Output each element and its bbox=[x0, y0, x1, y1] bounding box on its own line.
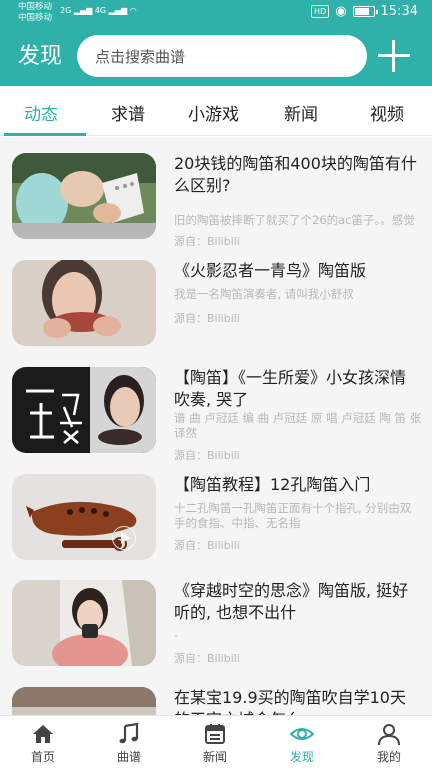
signal-label-1: 2G bbox=[60, 6, 72, 15]
battery-icon bbox=[352, 6, 378, 17]
item-description: 旧的陶笛被摔断了就买了个26的ac笛子。。感觉上当了 bbox=[174, 213, 415, 227]
video-thumbnail[interactable] bbox=[12, 367, 156, 453]
list-item[interactable]: 【陶笛教程】12孔陶笛入门 十二孔陶笛一孔陶笛正面有十个指孔, 分别由双手的食指… bbox=[0, 474, 432, 574]
item-source: 源自：Bilibili bbox=[174, 652, 240, 665]
nav-scores-label: 曲谱 bbox=[116, 750, 141, 764]
nav-news[interactable]: 新闻 bbox=[172, 716, 258, 768]
nav-home-label: 首页 bbox=[30, 750, 55, 764]
item-title[interactable]: 在某宝19.9买的陶笛吹自学10天的天空之城会怎么 bbox=[174, 687, 420, 715]
item-title[interactable]: 《穿越时空的思念》陶笛版, 挺好听的, 也想不出什 bbox=[174, 580, 420, 624]
person-icon bbox=[378, 724, 400, 746]
category-tabs: 动态 求谱 小游戏 新闻 视频 bbox=[0, 86, 432, 136]
clock: 15:34 bbox=[380, 4, 418, 19]
app-header: 发现 点击搜索曲谱 bbox=[0, 28, 432, 86]
play-icon bbox=[112, 526, 136, 550]
signal-bars-icon-2: ▂▄▆ bbox=[106, 6, 130, 15]
nav-scores[interactable]: 曲谱 bbox=[86, 716, 172, 768]
thumbnail-image bbox=[12, 687, 156, 715]
thumbnail-image bbox=[12, 474, 156, 560]
nav-discover-label: 发现 bbox=[289, 750, 314, 764]
tab-mini-games[interactable]: 小游戏 bbox=[188, 100, 239, 125]
thumbnail-image bbox=[12, 260, 156, 346]
item-title[interactable]: 《火影忍者一青鸟》陶笛版 bbox=[174, 260, 420, 282]
active-tab-indicator bbox=[4, 133, 86, 136]
carrier-info: 中国移动 中国移动 bbox=[18, 2, 52, 24]
list-item[interactable]: 20块钱的陶笛和400块的陶笛有什么区别? 旧的陶笛被摔断了就买了个26的ac笛… bbox=[0, 153, 432, 253]
nav-profile-label: 我的 bbox=[376, 750, 401, 764]
status-bar: 中国移动 中国移动 2G ▂▄▆ 4G ▂▄▆ ◠ HD ◉ 15:34 bbox=[0, 0, 432, 28]
bottom-navigation: 首页 曲谱 新闻 发现 我的 bbox=[0, 715, 432, 768]
eye-icon bbox=[290, 728, 314, 740]
video-thumbnail[interactable] bbox=[12, 580, 156, 666]
item-description: 谱 曲 卢冠廷 编 曲 卢冠廷 原 唱 卢冠廷 陶 笛 张译然 bbox=[174, 411, 422, 440]
video-thumbnail[interactable] bbox=[12, 260, 156, 346]
music-note-icon bbox=[119, 722, 139, 744]
item-title[interactable]: 【陶笛教程】12孔陶笛入门 bbox=[174, 474, 420, 496]
signal-indicators: 2G ▂▄▆ 4G ▂▄▆ ◠ bbox=[60, 6, 137, 16]
video-thumbnail[interactable] bbox=[12, 474, 156, 560]
video-thumbnail[interactable] bbox=[12, 153, 156, 239]
item-title[interactable]: 20块钱的陶笛和400块的陶笛有什么区别? bbox=[174, 153, 420, 197]
tab-request-score[interactable]: 求谱 bbox=[111, 100, 145, 125]
wifi-icon: ◠ bbox=[129, 6, 137, 15]
item-title[interactable]: 【陶笛】《一生所爱》小女孩深情吹奏, 哭了 bbox=[174, 367, 420, 411]
thumbnail-image bbox=[12, 153, 156, 239]
item-source: 源自：Bilibili bbox=[174, 235, 240, 248]
tab-dynamic[interactable]: 动态 bbox=[24, 100, 58, 125]
video-thumbnail[interactable] bbox=[12, 687, 156, 715]
carrier-name-2: 中国移动 bbox=[18, 13, 53, 23]
item-description: 我是一名陶笛演奏者, 请叫我小舒叔 bbox=[174, 287, 354, 301]
tab-news[interactable]: 新闻 bbox=[284, 100, 318, 125]
thumbnail-image bbox=[12, 580, 156, 666]
home-icon bbox=[33, 725, 53, 743]
nav-home[interactable]: 首页 bbox=[0, 716, 86, 768]
battery-fill bbox=[354, 8, 369, 15]
calendar-icon bbox=[205, 724, 225, 744]
status-right: HD ◉ 15:34 bbox=[311, 4, 418, 19]
page-title: 发现 bbox=[18, 44, 63, 69]
nav-news-label: 新闻 bbox=[202, 750, 227, 764]
signal-bars-icon: ▂▄▆ bbox=[71, 6, 95, 15]
add-icon[interactable] bbox=[378, 40, 410, 72]
item-source: 源自：Bilibili bbox=[174, 539, 240, 552]
tab-videos[interactable]: 视频 bbox=[370, 100, 404, 125]
hd-badge: HD bbox=[311, 5, 330, 18]
item-description: 十二孔陶笛一孔陶笛正面有十个指孔, 分别由双手的食指、中指、无名指 bbox=[174, 501, 412, 530]
list-item[interactable]: 【陶笛】《一生所爱》小女孩深情吹奏, 哭了 谱 曲 卢冠廷 编 曲 卢冠廷 原 … bbox=[0, 367, 432, 467]
thumbnail-image bbox=[12, 367, 156, 453]
list-item[interactable]: 《穿越时空的思念》陶笛版, 挺好听的, 也想不出什 - 源自：Bilibili bbox=[0, 580, 432, 680]
signal-label-2: 4G bbox=[94, 6, 107, 15]
nav-profile[interactable]: 我的 bbox=[346, 716, 432, 768]
search-input[interactable]: 点击搜索曲谱 bbox=[77, 35, 367, 77]
item-source: 源自：Bilibili bbox=[174, 312, 240, 325]
item-source: 源自：Bilibili bbox=[174, 449, 240, 462]
list-item[interactable]: 在某宝19.9买的陶笛吹自学10天的天空之城会怎么 bbox=[0, 687, 432, 715]
eye-care-icon: ◉ bbox=[335, 4, 347, 19]
item-description: - bbox=[174, 628, 179, 642]
feed-list[interactable]: 20块钱的陶笛和400块的陶笛有什么区别? 旧的陶笛被摔断了就买了个26的ac笛… bbox=[0, 137, 432, 715]
search-placeholder: 点击搜索曲谱 bbox=[95, 48, 186, 66]
list-item[interactable]: 《火影忍者一青鸟》陶笛版 我是一名陶笛演奏者, 请叫我小舒叔 源自：Bilibi… bbox=[0, 260, 432, 360]
nav-discover[interactable]: 发现 bbox=[259, 716, 345, 768]
carrier-name-1: 中国移动 bbox=[18, 2, 53, 12]
